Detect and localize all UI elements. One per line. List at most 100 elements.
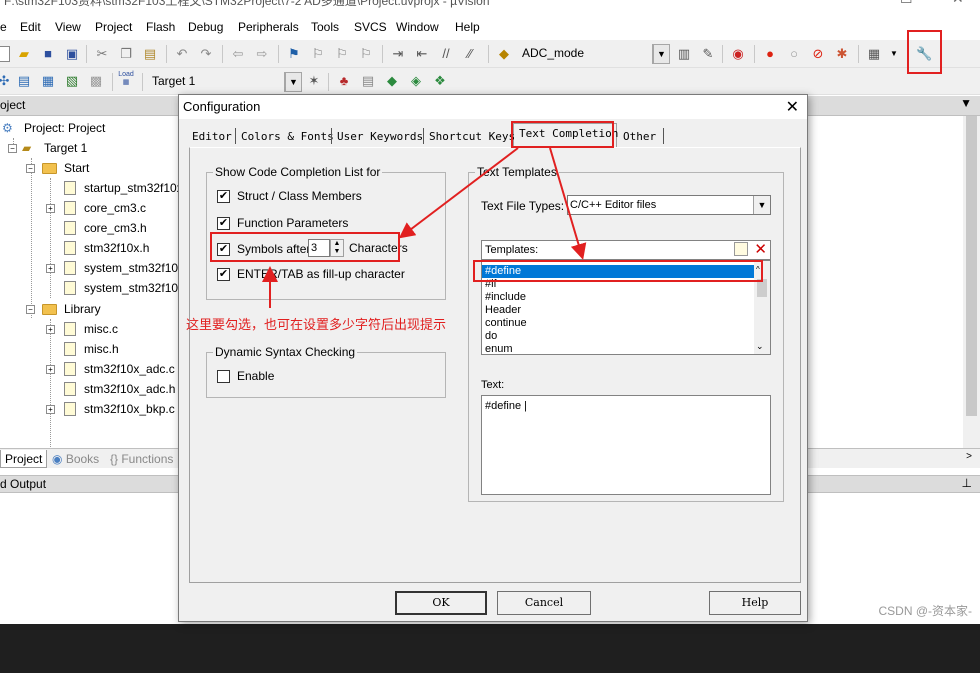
tab-project[interactable]: Project xyxy=(0,450,48,468)
cut-icon[interactable]: ✂ xyxy=(94,46,110,62)
expand-icon[interactable]: + xyxy=(46,204,55,213)
find-icon[interactable]: ▥ xyxy=(676,46,692,62)
function-params-checkbox[interactable]: ✔ xyxy=(217,217,230,230)
menu-window[interactable]: Window xyxy=(396,20,439,34)
menu-peripherals[interactable]: Peripherals xyxy=(238,20,299,34)
new-template-icon[interactable] xyxy=(734,242,748,256)
run-time-env-icon[interactable]: ❖ xyxy=(432,73,448,89)
save-icon[interactable]: ■ xyxy=(40,46,56,62)
tab-books[interactable]: ◉ Books xyxy=(48,450,103,468)
build-icon[interactable]: ▤ xyxy=(16,73,32,89)
breakpoint-icon[interactable]: ● xyxy=(762,46,778,62)
window-layout-icon[interactable]: ▦ xyxy=(866,46,882,62)
find-in-files-icon[interactable]: ◆ xyxy=(496,46,512,62)
menu-edit[interactable]: Edit xyxy=(20,20,41,34)
load-label: Load xyxy=(118,71,134,78)
find-combo-dropdown[interactable]: ▼ xyxy=(652,44,670,64)
tab-user-keywords[interactable]: User Keywords xyxy=(337,128,423,146)
nav-back-icon[interactable]: ⇦ xyxy=(230,46,246,62)
menu-flash[interactable]: Flash xyxy=(146,20,175,34)
select-packs-icon[interactable]: ◆ xyxy=(384,73,400,89)
stop-build-icon[interactable]: ▩ xyxy=(88,73,104,89)
tab-functions[interactable]: {} Functions xyxy=(106,450,177,468)
template-text-area[interactable]: #define | xyxy=(481,395,771,495)
next-bookmark-icon[interactable]: ⚐ xyxy=(334,46,350,62)
paste-icon[interactable]: ▤ xyxy=(142,46,158,62)
multi-project-icon[interactable]: ▤ xyxy=(360,73,376,89)
menu-tools[interactable]: Tools xyxy=(311,20,339,34)
menu-svcs[interactable]: SVCS xyxy=(354,20,387,34)
menu-project[interactable]: Project xyxy=(95,20,132,34)
pin-icon[interactable]: ⊥ xyxy=(962,476,972,490)
nav-forward-icon[interactable]: ⇨ xyxy=(254,46,270,62)
list-item[interactable]: #include xyxy=(485,291,526,304)
redo-icon[interactable]: ↷ xyxy=(198,46,214,62)
expand-icon[interactable]: + xyxy=(46,325,55,334)
menu-view[interactable]: View xyxy=(55,20,81,34)
kill-breakpoints-icon[interactable]: ✱ xyxy=(834,46,850,62)
close-window-button[interactable]: ✕ xyxy=(952,0,964,7)
unindent-icon[interactable]: ⇤ xyxy=(414,46,430,62)
tab-other[interactable]: Other xyxy=(623,128,656,146)
download-icon[interactable]: Load ▦ xyxy=(118,71,134,87)
menu-help[interactable]: Help xyxy=(455,20,480,34)
panel-dropdown-icon[interactable]: ▼ xyxy=(960,96,972,110)
scroll-down-icon[interactable]: ⌄ xyxy=(756,341,764,352)
tab-editor[interactable]: Editor xyxy=(192,128,232,146)
expand-icon[interactable]: + xyxy=(46,405,55,414)
layout-dropdown-icon[interactable]: ▼ xyxy=(886,46,902,62)
scroll-right-icon[interactable]: > xyxy=(966,451,972,462)
ok-button[interactable]: OK xyxy=(395,591,487,615)
help-button[interactable]: Help xyxy=(709,591,801,615)
tree-item-label: core_cm3.c xyxy=(84,201,147,215)
incremental-find-icon[interactable]: ✎ xyxy=(700,46,716,62)
open-folder-icon[interactable]: ▰ xyxy=(16,46,32,62)
target-combo-text[interactable]: Target 1 xyxy=(152,74,195,88)
delete-template-icon[interactable]: ✕ xyxy=(754,240,767,258)
collapse-icon[interactable]: − xyxy=(8,144,17,153)
maximize-button[interactable]: ☐ xyxy=(900,0,913,7)
target-options-icon[interactable]: ✶ xyxy=(306,73,322,89)
list-item[interactable]: Header xyxy=(485,304,521,317)
comment-icon[interactable]: // xyxy=(438,46,454,62)
save-all-icon[interactable]: ▣ xyxy=(64,46,80,62)
list-item[interactable]: do xyxy=(485,330,497,343)
dialog-close-icon[interactable]: ✕ xyxy=(786,97,799,117)
expand-icon[interactable]: + xyxy=(46,264,55,273)
rebuild-icon[interactable]: ▦ xyxy=(40,73,56,89)
disable-all-breakpoints-icon[interactable]: ⊘ xyxy=(810,46,826,62)
undo-icon[interactable]: ↶ xyxy=(174,46,190,62)
uncomment-icon[interactable]: ⁄⁄ xyxy=(462,46,478,62)
editor-scrollbar[interactable] xyxy=(963,116,980,448)
menu-debug[interactable]: Debug xyxy=(188,20,223,34)
batch-build-icon[interactable]: ▧ xyxy=(64,73,80,89)
find-combo-text[interactable]: ADC_mode xyxy=(522,46,584,60)
new-file-icon[interactable] xyxy=(0,46,10,62)
target-combo-dropdown[interactable]: ▼ xyxy=(284,72,302,92)
scrollbar-thumb[interactable] xyxy=(966,116,977,416)
menu-file[interactable]: e xyxy=(0,20,7,34)
translate-icon[interactable]: ✣ xyxy=(0,73,12,89)
tab-colors-fonts[interactable]: Colors & Fonts xyxy=(241,128,334,146)
disable-breakpoint-icon[interactable]: ○ xyxy=(786,46,802,62)
file-types-select[interactable]: C/C++ Editor files ▼ xyxy=(567,195,771,215)
struct-members-checkbox[interactable]: ✔ xyxy=(217,190,230,203)
debug-session-icon[interactable]: ◉ xyxy=(730,46,746,62)
manage-project-icon[interactable]: ♣ xyxy=(336,73,352,89)
enable-syntax-checkbox[interactable] xyxy=(217,370,230,383)
tab-shortcut-keys[interactable]: Shortcut Keys xyxy=(429,128,515,146)
prev-bookmark-icon[interactable]: ⚐ xyxy=(310,46,326,62)
pack-installer-icon[interactable]: ◈ xyxy=(408,73,424,89)
cancel-button[interactable]: Cancel xyxy=(497,591,591,615)
list-item[interactable]: continue xyxy=(485,317,527,330)
clear-bookmarks-icon[interactable]: ⚐ xyxy=(358,46,374,62)
enter-tab-checkbox[interactable]: ✔ xyxy=(217,268,230,281)
expand-icon[interactable]: + xyxy=(46,365,55,374)
collapse-icon[interactable]: − xyxy=(26,305,35,314)
bookmark-icon[interactable]: ⚑ xyxy=(286,46,302,62)
indent-icon[interactable]: ⇥ xyxy=(390,46,406,62)
collapse-icon[interactable]: − xyxy=(26,164,35,173)
copy-icon[interactable]: ❐ xyxy=(118,46,134,62)
list-item[interactable]: enum xyxy=(485,343,513,354)
minimize-button[interactable]: — xyxy=(850,0,864,6)
